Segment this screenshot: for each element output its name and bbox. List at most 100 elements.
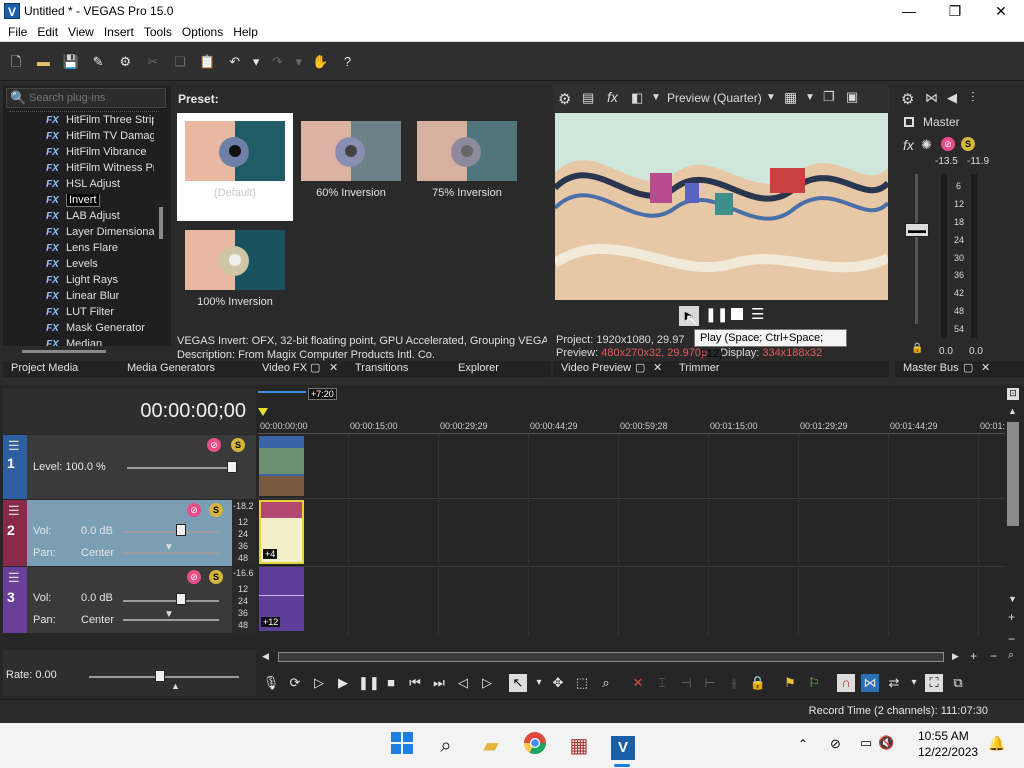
preset-100-inversion[interactable]: 100% Inversion [177, 222, 293, 330]
record-icon[interactable]: 🎙 [262, 674, 280, 692]
preset-60-inversion[interactable]: 60% Inversion [293, 113, 409, 221]
tab-video-fx[interactable]: Video FX [262, 362, 307, 374]
master-select-icon[interactable] [904, 117, 914, 127]
fx-icon[interactable]: fx [903, 137, 914, 153]
trim-end-icon[interactable]: ⊢ [701, 674, 719, 692]
edit-tool-icon[interactable]: ✋ [309, 51, 331, 73]
pause-icon[interactable]: ❚❚ [358, 674, 380, 692]
scroll-down-icon[interactable]: ▼ [1008, 594, 1017, 604]
undock-icon[interactable]: ▢ [635, 361, 645, 374]
play-icon[interactable]: ▶ [334, 674, 352, 692]
undock-icon[interactable]: ▢ [310, 361, 320, 374]
plugin-search-input[interactable] [29, 91, 165, 105]
video-clip[interactable] [259, 436, 304, 496]
plugin-item[interactable]: FX Layer Dimensional [46, 226, 154, 242]
copy-icon[interactable]: ❏ [169, 51, 191, 73]
tab-explorer[interactable]: Explorer [458, 362, 499, 374]
tab-project-media[interactable]: Project Media [11, 362, 78, 374]
close-button[interactable]: ✕ [978, 0, 1024, 22]
hscroll-thumb[interactable] [278, 652, 944, 662]
lock-icon[interactable]: 🔒 [911, 343, 923, 354]
chevron-down-icon[interactable]: ▼ [805, 92, 815, 103]
zoom-in-icon[interactable]: + [1008, 610, 1015, 624]
new-icon[interactable]: 🗋 [5, 51, 27, 73]
gear-icon[interactable]: ⚙ [558, 90, 571, 108]
timeline-vscroll[interactable]: ⊡ ▲ ▼ + [1005, 388, 1021, 632]
mute-icon[interactable]: ⊘ [187, 570, 201, 584]
expand-icon[interactable]: ⊡ [1007, 388, 1019, 400]
mute-icon[interactable]: ⊘ [187, 503, 201, 517]
redo-dropdown-icon[interactable]: ▾ [294, 51, 304, 73]
selection-tool-icon[interactable]: ⬚ [573, 674, 591, 692]
audio-clip-selected[interactable]: +4 [259, 500, 304, 564]
audio-clip[interactable]: +12 [259, 567, 304, 631]
mute-icon[interactable]: ⊘ [207, 438, 221, 452]
solo-icon[interactable]: S [209, 503, 223, 517]
save-snapshot-icon[interactable]: ▣ [846, 89, 858, 105]
preset-75-inversion[interactable]: 75% Inversion [409, 113, 525, 221]
scroll-right-icon[interactable]: ▶ [952, 651, 959, 662]
plugin-item-invert[interactable]: FX Invert [46, 194, 154, 210]
copy-snapshot-icon[interactable]: ❐ [823, 89, 835, 105]
track-2-header[interactable]: ☰ 2 ⊘ S Vol: 0.0 dB Pan: Center ▼ -18.2 … [3, 500, 256, 566]
lock-icon[interactable]: 🔒 [749, 674, 767, 692]
level-slider-knob[interactable] [227, 461, 237, 473]
playhead-marker[interactable] [258, 408, 268, 416]
properties-icon[interactable]: ⚙ [114, 51, 136, 73]
scroll-left-icon[interactable]: ◀ [262, 651, 269, 662]
plugin-item[interactable]: FX HitFilm Vibrance [46, 146, 154, 162]
search-icon[interactable]: ⌕ [430, 731, 462, 761]
chevron-down-icon[interactable]: ▼ [651, 92, 661, 103]
preset-default[interactable]: (Default) [177, 113, 293, 221]
ignore-grouping-icon[interactable]: ⧉ [949, 674, 967, 692]
volume-icon[interactable]: 🔇 [878, 735, 894, 751]
plugin-tree-scrollbar[interactable] [159, 207, 163, 239]
menu-view[interactable]: View [63, 22, 99, 42]
rate-slider-knob[interactable] [155, 670, 165, 682]
downmix-icon[interactable]: ⋈ [925, 90, 938, 106]
menu-icon[interactable]: ☰ [8, 438, 20, 454]
save-as-icon[interactable]: ✎ [87, 51, 109, 73]
plugin-item[interactable]: FX HitFilm Three Strip [46, 114, 154, 130]
menu-file[interactable]: File [3, 22, 32, 42]
redo-icon[interactable]: ↷ [266, 51, 288, 73]
close-tab-icon[interactable]: ✕ [981, 361, 990, 374]
chevron-down-icon[interactable]: ▾ [530, 674, 548, 692]
chevron-down-icon[interactable]: ▾ [905, 674, 923, 692]
solo-icon[interactable]: S [961, 137, 975, 151]
loop-icon[interactable]: ⟳ [286, 674, 304, 692]
minimize-button[interactable]: — [886, 0, 932, 22]
solo-icon[interactable]: S [231, 438, 245, 452]
save-icon[interactable]: 💾 [60, 51, 82, 73]
start-icon[interactable] [386, 731, 418, 761]
clock-date[interactable]: 12/22/2023 [918, 745, 978, 759]
trim-start-icon[interactable]: ⊣ [677, 674, 695, 692]
auto-crossfade-icon[interactable]: ⋈ [861, 674, 879, 692]
clock-time[interactable]: 10:55 AM [918, 729, 969, 743]
plugin-item[interactable]: FX Mask Generator [46, 322, 154, 338]
menu-icon[interactable]: ☰ [751, 305, 764, 323]
file-explorer-icon[interactable]: ▰ [475, 731, 507, 761]
preview-quality-select[interactable]: Preview (Quarter) [667, 91, 762, 105]
menu-insert[interactable]: Insert [99, 22, 139, 42]
vscroll-thumb[interactable] [1007, 422, 1019, 526]
normal-edit-tool-icon[interactable]: ↖ [509, 674, 527, 692]
master-fader-knob[interactable]: ▬▬ [905, 223, 929, 237]
pan-slider-knob[interactable]: ▼ [164, 542, 174, 553]
plugin-item[interactable]: FX HitFilm Witness Pr [46, 162, 154, 178]
lock-envelopes-icon[interactable]: ⛶ [925, 674, 943, 692]
pause-button[interactable]: ❚❚ [705, 306, 728, 323]
tab-video-preview[interactable]: Video Preview [561, 362, 631, 374]
properties-icon[interactable]: ▤ [582, 90, 594, 106]
plugin-item[interactable]: FX Lens Flare [46, 242, 154, 258]
delete-icon[interactable]: ✕ [629, 674, 647, 692]
volume-slider-knob[interactable] [176, 524, 186, 536]
dim-output-icon[interactable]: ◀ [947, 90, 957, 106]
region-icon[interactable]: ⚐ [805, 674, 823, 692]
zoom-out-icon[interactable]: − [1008, 632, 1015, 646]
plugin-item[interactable]: FX Linear Blur [46, 290, 154, 306]
scroll-up-icon[interactable]: ▲ [1008, 406, 1017, 416]
undo-icon[interactable]: ↶ [224, 51, 246, 73]
tab-trimmer[interactable]: Trimmer [679, 362, 720, 374]
stop-button[interactable] [731, 308, 743, 320]
